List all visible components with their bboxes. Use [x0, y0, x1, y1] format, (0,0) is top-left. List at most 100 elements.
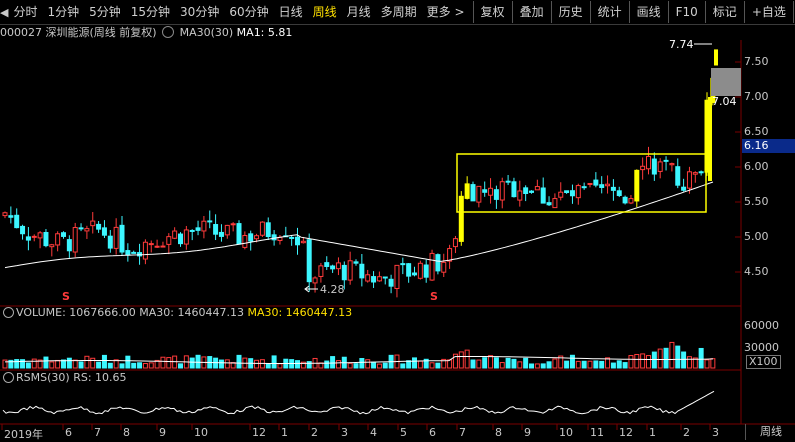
candle-body — [189, 229, 195, 232]
candle-body — [230, 223, 236, 226]
candle-body — [435, 254, 441, 272]
candle-body — [312, 277, 318, 284]
candle-body — [2, 212, 8, 217]
candle-body — [55, 233, 61, 246]
candle-body — [686, 171, 692, 189]
ref-price-label: 7.04 — [712, 95, 737, 108]
volume-bar — [335, 360, 341, 369]
candle-body — [131, 251, 137, 254]
candle-body — [581, 186, 587, 189]
period-tab-weekly[interactable]: 周线 — [745, 424, 795, 440]
volume-header: VOLUME: 1067666.00 MA30: 1460447.13 MA30… — [0, 306, 352, 320]
volume-bar — [330, 356, 336, 369]
volume-bar — [148, 362, 154, 369]
candle-body — [458, 195, 464, 242]
volume-bar — [710, 358, 716, 369]
volume-bar — [324, 360, 330, 369]
candle-body — [347, 260, 353, 281]
candle-body — [546, 202, 552, 206]
volume-bar — [254, 359, 260, 369]
candle-body — [681, 186, 687, 191]
volume-bar — [616, 360, 622, 369]
candle-body — [353, 261, 359, 264]
volume-bar — [131, 362, 137, 369]
volume-bar — [96, 361, 102, 369]
candle-body — [236, 223, 242, 245]
candle-body — [142, 241, 148, 260]
candle-body — [107, 235, 113, 249]
candle-body — [14, 214, 20, 229]
time-axis-label: 1 — [281, 426, 288, 439]
breakout-candle — [708, 97, 712, 181]
candle-body — [195, 227, 201, 231]
volume-bar — [295, 360, 300, 369]
candle-body — [622, 196, 628, 204]
time-axis-label: 2 — [683, 426, 690, 439]
volume-bar — [84, 355, 90, 369]
candle-body — [248, 233, 254, 242]
time-axis-label: 5 — [400, 426, 407, 439]
candle-body — [330, 265, 336, 270]
candle-body — [634, 169, 640, 202]
volume-bar — [599, 360, 605, 369]
candle-body — [183, 229, 189, 245]
time-axis-label: 12 — [619, 426, 633, 439]
volume-bar — [587, 360, 593, 369]
candle-body — [43, 231, 49, 247]
volume-bar — [400, 363, 406, 369]
candle-body — [400, 263, 406, 266]
volume-bar — [31, 358, 37, 369]
candle-body — [66, 239, 72, 252]
settings-circle-icon[interactable] — [3, 307, 14, 318]
time-axis-label: 7 — [94, 426, 101, 439]
candle-body — [254, 235, 260, 240]
volume-bar — [2, 359, 8, 369]
volume-bar — [178, 363, 183, 369]
volume-bar — [365, 359, 371, 369]
candle-body — [388, 278, 394, 287]
candle-body — [406, 263, 412, 277]
time-axis-label: 6 — [65, 426, 72, 439]
time-axis-label: 9 — [159, 426, 166, 439]
price-axis-label: 5.00 — [744, 230, 769, 243]
volume-bar — [534, 363, 540, 369]
candle-body — [599, 184, 605, 188]
rsms-name[interactable]: RSMS(30) — [16, 371, 70, 384]
candle-body — [569, 190, 575, 197]
volume-bar — [686, 356, 692, 369]
volume-bar — [628, 355, 634, 369]
volume-bar — [634, 353, 640, 369]
volume-bar — [66, 357, 72, 369]
volume-bar — [704, 359, 710, 369]
time-axis-label: 1 — [649, 426, 656, 439]
volume-bar — [125, 355, 131, 369]
volume-bar — [698, 347, 704, 369]
volume-bar — [412, 357, 417, 369]
volume-bar — [476, 359, 482, 369]
volume-bar — [347, 362, 353, 369]
candle-body — [517, 190, 523, 201]
candle-body — [447, 248, 453, 262]
candle-body — [178, 233, 183, 245]
volume-bar — [488, 355, 494, 369]
candle-body — [429, 252, 435, 281]
candle-body — [616, 190, 622, 196]
candle-body — [61, 232, 66, 237]
high-price-label: 7.74 — [669, 38, 694, 51]
price-axis-label: 7.50 — [744, 55, 769, 68]
volume-bar — [306, 361, 312, 369]
candle-body — [207, 220, 213, 223]
candle-body — [324, 262, 330, 267]
candle-body — [482, 189, 488, 193]
volume-bar — [646, 355, 651, 369]
candle-body — [564, 190, 570, 194]
time-axis-label: 3 — [712, 426, 719, 439]
volume-bar — [224, 359, 230, 369]
settings-circle-icon[interactable] — [3, 372, 14, 383]
candle-body — [148, 243, 154, 246]
rsms-header: RSMS(30) RS: 10.65 — [0, 371, 127, 385]
candle-body — [593, 179, 599, 186]
candle-body — [37, 232, 43, 239]
candle-body — [201, 220, 207, 232]
volume-axis-label: 30000 — [744, 341, 779, 354]
